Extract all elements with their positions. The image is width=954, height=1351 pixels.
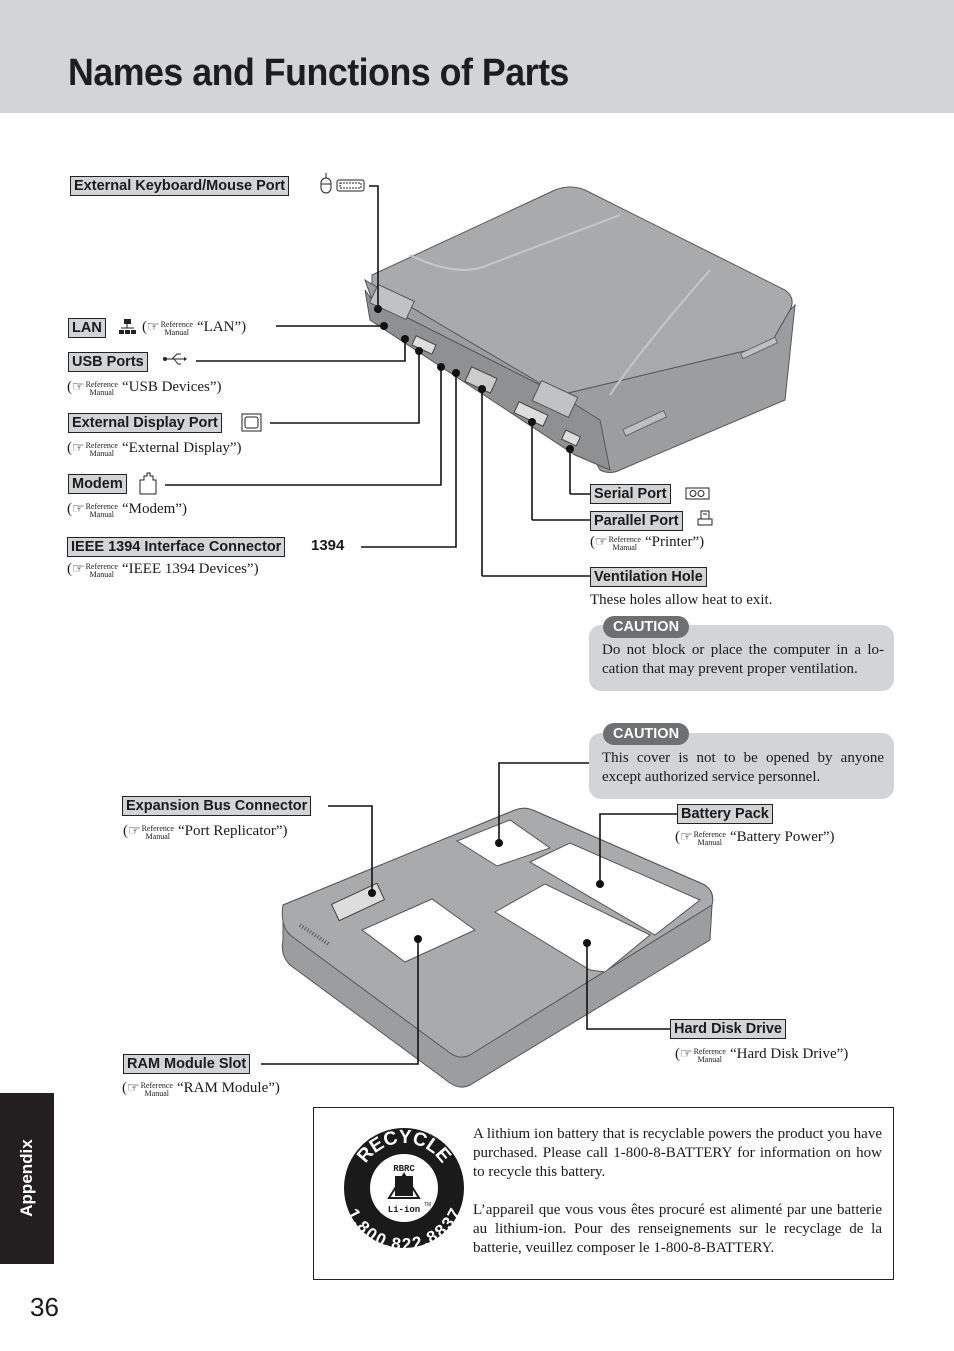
monitor-icon bbox=[241, 413, 262, 432]
recycle-text: A lithium ion battery that is recyclable… bbox=[473, 1125, 882, 1276]
recycle-english: A lithium ion battery that is recyclable… bbox=[473, 1126, 882, 1181]
label-modem: Modem bbox=[68, 474, 127, 494]
pointing-hand-icon: ☞ bbox=[72, 502, 85, 517]
rbrc-recycle-logo: RECYCLE 1.800.822.8837 RBRC Li-ion TM bbox=[343, 1127, 464, 1251]
ram-reference: (☞Reference Manual “RAM Module”) bbox=[122, 1080, 280, 1098]
recycle-french: L’appareil que vous vous êtes procuré es… bbox=[473, 1201, 882, 1257]
ventilation-note: These holes allow heat to exit. bbox=[590, 592, 773, 608]
battery-icon bbox=[395, 1176, 413, 1196]
ieee1394-icon: 1394 bbox=[311, 537, 345, 554]
recycle-notice: RECYCLE 1.800.822.8837 RBRC Li-ion TM A … bbox=[313, 1107, 894, 1280]
label-external-keyboard-mouse-port: External Keyboard/Mouse Port bbox=[70, 176, 290, 196]
expansion-reference: (☞Reference Manual “Port Replicator”) bbox=[123, 823, 288, 841]
usb-reference: (☞Reference Manual “USB Devices”) bbox=[67, 379, 222, 397]
pointing-hand-icon: ☞ bbox=[128, 824, 141, 839]
pointing-hand-icon: ☞ bbox=[127, 1081, 140, 1096]
label-usb-ports: USB Ports bbox=[68, 352, 148, 372]
usb-icon bbox=[163, 353, 187, 365]
pointing-hand-icon: ☞ bbox=[72, 441, 85, 456]
label-ventilation-hole: Ventilation Hole bbox=[590, 567, 707, 587]
modem-reference: (☞Reference Manual “Modem”) bbox=[67, 501, 187, 519]
laptop-bottom-view bbox=[281, 807, 714, 1088]
parallel-reference: (☞Reference Manual “Printer”) bbox=[590, 534, 705, 552]
logo-tm: TM bbox=[424, 1202, 431, 1208]
printer-icon bbox=[697, 510, 713, 526]
reference-manual-mark: Reference Manual bbox=[85, 562, 118, 579]
reference-manual-mark: Reference Manual bbox=[85, 502, 118, 519]
logo-li-ion-text: Li-ion bbox=[388, 1205, 420, 1215]
reference-manual-mark: Reference Manual bbox=[141, 824, 174, 841]
reference-manual-mark: Reference Manual bbox=[693, 1047, 726, 1064]
label-hard-disk-drive: Hard Disk Drive bbox=[670, 1019, 786, 1039]
label-serial-port: Serial Port bbox=[590, 484, 671, 504]
hdd-reference: (☞Reference Manual “Hard Disk Drive”) bbox=[675, 1046, 849, 1064]
label-battery-pack: Battery Pack bbox=[677, 804, 773, 824]
battery-reference: (☞Reference Manual “Battery Power”) bbox=[675, 829, 835, 847]
pointing-hand-icon: ☞ bbox=[680, 830, 693, 845]
section-tab-appendix: Appendix bbox=[0, 1093, 54, 1264]
display-reference: (☞Reference Manual “External Display”) bbox=[67, 440, 242, 458]
reference-manual-mark: Reference Manual bbox=[693, 830, 726, 847]
label-ieee1394-connector: IEEE 1394 Interface Connector bbox=[67, 537, 286, 557]
ieee1394-reference: (☞Reference Manual “IEEE 1394 Devices”) bbox=[67, 561, 259, 579]
label-lan: LAN bbox=[68, 318, 106, 338]
lan-reference: (☞Reference Manual “LAN”) bbox=[142, 319, 247, 337]
reference-manual-mark: Reference Manual bbox=[140, 1081, 173, 1098]
logo-rbrc-text: RBRC bbox=[393, 1164, 415, 1174]
phone-jack-icon bbox=[139, 472, 157, 495]
pointing-hand-icon: ☞ bbox=[680, 1047, 693, 1062]
section-tab-label: Appendix bbox=[17, 1139, 36, 1217]
caution-badge: CAUTION bbox=[603, 616, 690, 638]
label-external-display-port: External Display Port bbox=[68, 413, 222, 433]
lan-icon bbox=[119, 319, 136, 334]
label-ram-module-slot: RAM Module Slot bbox=[123, 1054, 251, 1074]
reference-manual-mark: Reference Manual bbox=[160, 320, 193, 337]
reference-manual-mark: Reference Manual bbox=[85, 380, 118, 397]
label-expansion-bus-connector: Expansion Bus Connector bbox=[122, 796, 312, 816]
pointing-hand-icon: ☞ bbox=[72, 562, 85, 577]
serial-port-icon bbox=[685, 487, 710, 500]
reference-manual-mark: Reference Manual bbox=[608, 535, 641, 552]
keyboard-icon bbox=[336, 179, 365, 192]
pointing-hand-icon: ☞ bbox=[147, 320, 160, 335]
label-parallel-port: Parallel Port bbox=[590, 511, 683, 531]
caution-badge: CAUTION bbox=[603, 723, 690, 745]
laptop-top-view bbox=[364, 186, 796, 473]
reference-manual-mark: Reference Manual bbox=[85, 441, 118, 458]
page-number: 36 bbox=[30, 1292, 59, 1322]
pointing-hand-icon: ☞ bbox=[595, 535, 608, 550]
pointing-hand-icon: ☞ bbox=[72, 380, 85, 395]
